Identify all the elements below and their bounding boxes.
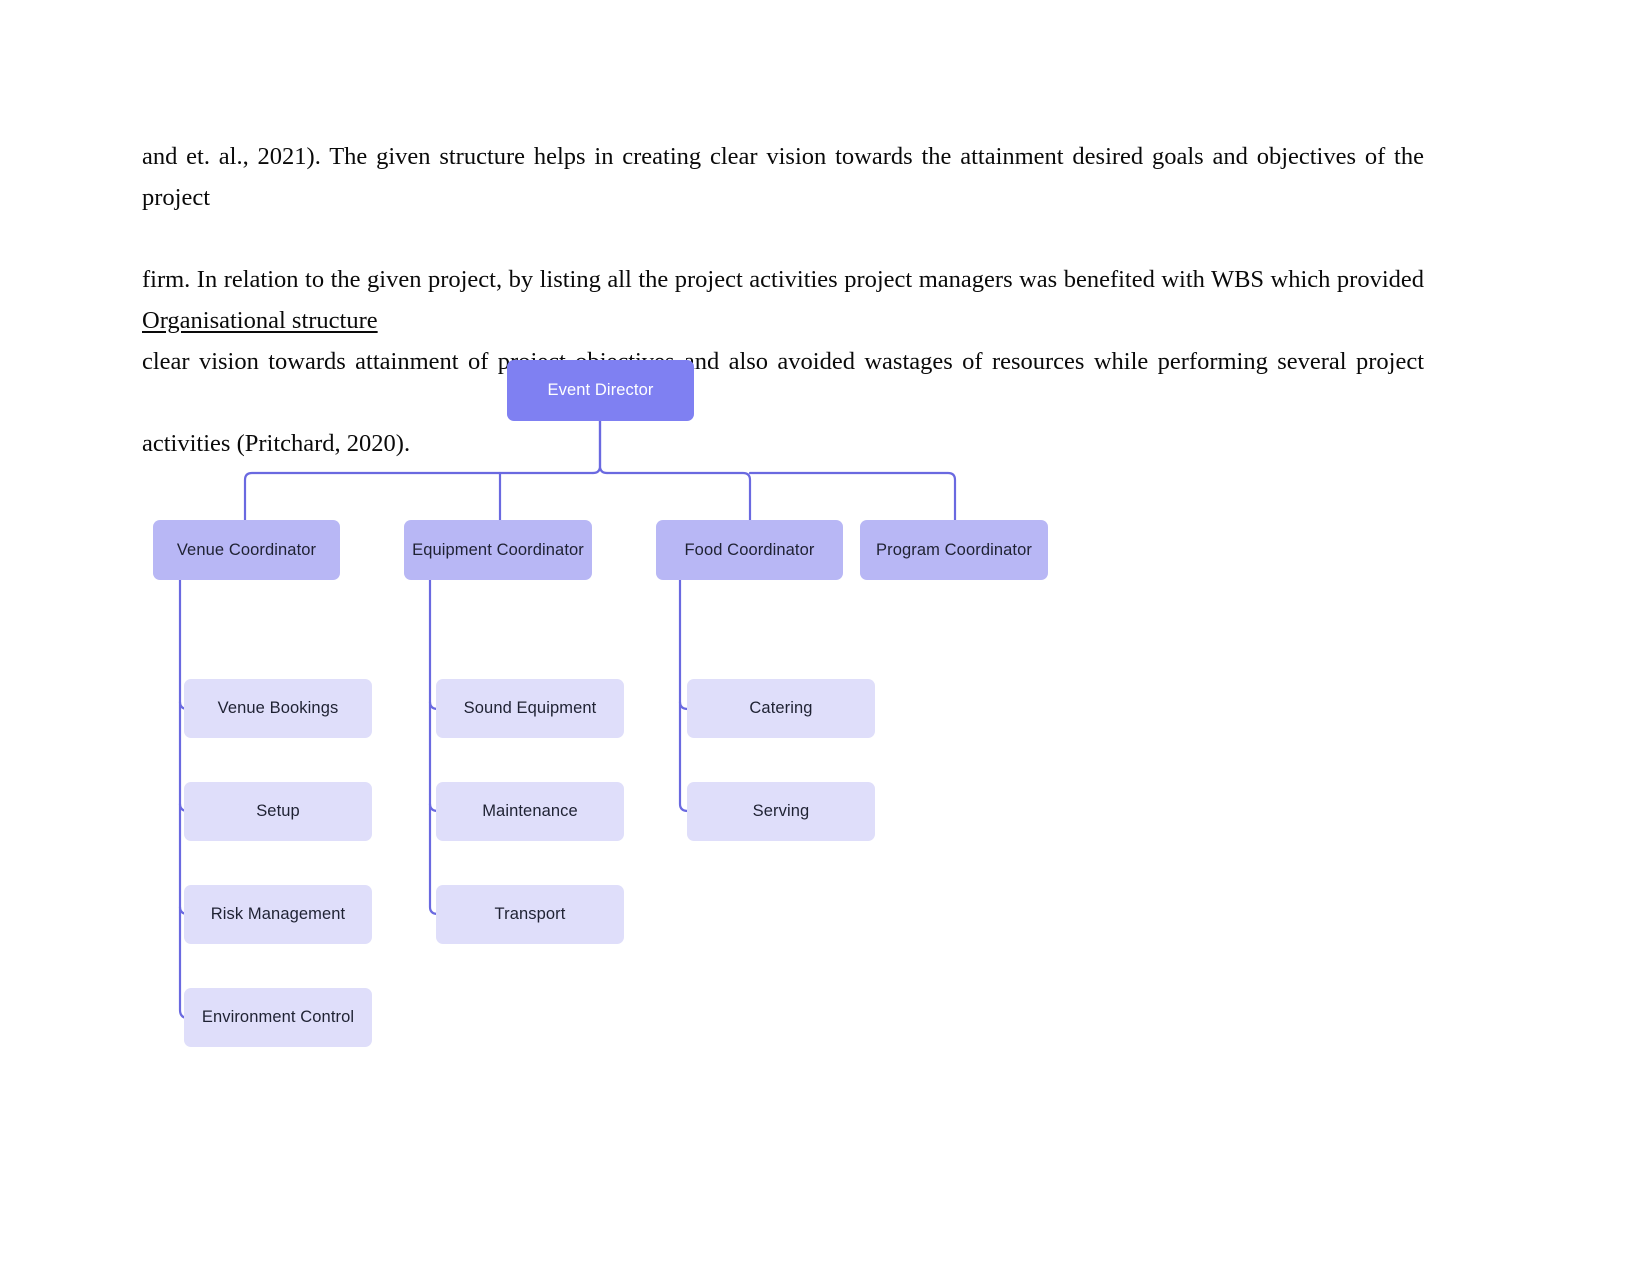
connector-branch-food <box>605 471 752 522</box>
node-risk-management-label: Risk Management <box>210 905 346 923</box>
node-venue-coordinator-label: Venue Coordinator <box>176 540 317 559</box>
node-transport[interactable]: Transport <box>436 885 624 944</box>
node-food-coordinator-label: Food Coordinator <box>684 540 815 559</box>
node-venue-coordinator[interactable]: Venue Coordinator <box>153 520 340 580</box>
node-equipment-coordinator-label: Equipment Coordinator <box>412 540 584 559</box>
node-program-coordinator[interactable]: Program Coordinator <box>860 520 1048 580</box>
node-environment-control-label: Environment Control <box>201 1008 355 1026</box>
node-maintenance-label: Maintenance <box>482 802 578 820</box>
node-program-coordinator-label: Program Coordinator <box>876 540 1032 559</box>
node-maintenance[interactable]: Maintenance <box>436 782 624 841</box>
node-event-director-label: Event Director <box>547 381 654 399</box>
connector-equipment-trunk <box>428 578 440 916</box>
section-heading-organisational-structure: Organisational structure <box>142 307 378 334</box>
connector-root-stem-right <box>598 419 609 475</box>
node-event-director[interactable]: Event Director <box>507 360 694 421</box>
connector-branch-program <box>748 471 957 522</box>
node-catering[interactable]: Catering <box>687 679 875 738</box>
connector-root-stem-left <box>591 419 602 475</box>
node-equipment-coordinator[interactable]: Equipment Coordinator <box>404 520 592 580</box>
node-transport-label: Transport <box>494 905 566 923</box>
node-serving-label: Serving <box>752 802 810 820</box>
node-serving[interactable]: Serving <box>687 782 875 841</box>
node-food-coordinator[interactable]: Food Coordinator <box>656 520 843 580</box>
node-catering-label: Catering <box>749 699 813 717</box>
node-setup[interactable]: Setup <box>184 782 372 841</box>
connector-branch-venue <box>243 471 595 522</box>
organisational-chart: Event Director Venue Coordinator Equipme… <box>0 340 1651 1080</box>
node-venue-bookings-label: Venue Bookings <box>217 699 339 717</box>
node-risk-management[interactable]: Risk Management <box>184 885 372 944</box>
node-venue-bookings[interactable]: Venue Bookings <box>184 679 372 738</box>
node-sound-equipment[interactable]: Sound Equipment <box>436 679 624 738</box>
node-environment-control[interactable]: Environment Control <box>184 988 372 1047</box>
node-setup-label: Setup <box>256 802 300 820</box>
paragraph-line-1: and et. al., 2021). The given structure … <box>142 143 1424 211</box>
node-sound-equipment-label: Sound Equipment <box>463 699 597 717</box>
